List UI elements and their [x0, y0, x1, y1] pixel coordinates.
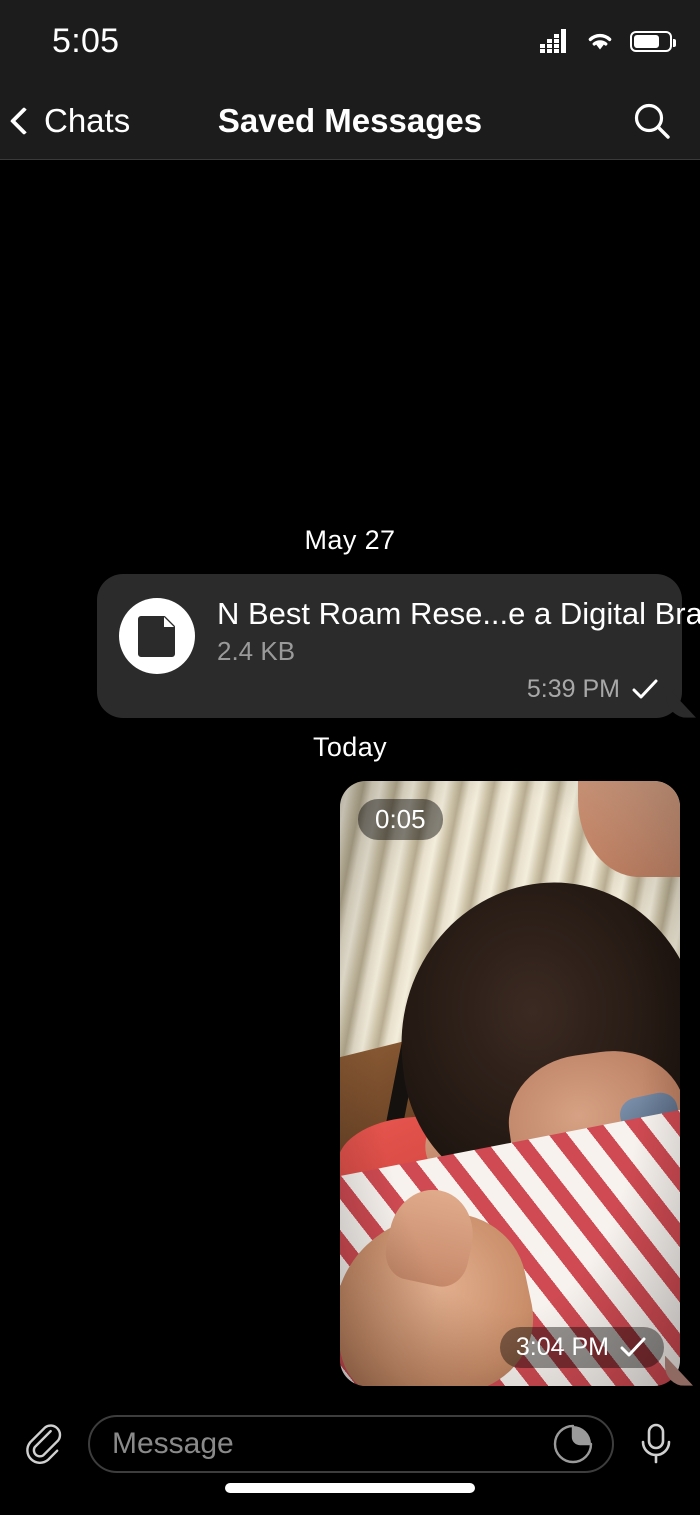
file-message-bubble[interactable]: N Best Roam Rese...e a Digital Brain.txt… [97, 574, 700, 718]
video-duration-badge: 0:05 [358, 798, 443, 840]
video-message-footer: 3:04 PM [499, 1326, 664, 1368]
status-bar-time: 5:05 [52, 21, 120, 60]
cellular-signal-icon [540, 29, 566, 53]
status-bar: 5:05 [0, 0, 700, 82]
video-thumbnail[interactable] [340, 780, 680, 1386]
date-separator-today: Today [312, 731, 388, 762]
navigation-header: Chats Saved Messages [0, 82, 700, 160]
message-row-video: 0:05 3:04 PM [0, 780, 700, 1386]
microphone-icon[interactable] [634, 1421, 678, 1465]
file-details: N Best Roam Rese...e a Digital Brain.txt… [217, 596, 700, 704]
video-message-bubble[interactable]: 0:05 3:04 PM [340, 780, 680, 1386]
message-input-bar: Message [0, 1387, 700, 1515]
message-row-file: N Best Roam Rese...e a Digital Brain.txt… [0, 574, 700, 718]
home-indicator [225, 1483, 475, 1493]
message-timestamp: 5:39 PM [526, 674, 620, 703]
chat-top-spacer [0, 161, 700, 511]
video-vignette [340, 780, 680, 1386]
message-list[interactable]: May 27 N Best Roam Rese...e a Digital Br… [0, 161, 700, 1387]
wifi-icon [588, 33, 612, 50]
search-icon[interactable] [630, 99, 674, 143]
document-icon [138, 615, 176, 657]
file-icon-circle [119, 598, 195, 674]
back-button[interactable]: Chats [0, 102, 130, 140]
message-input-placeholder: Message [112, 1427, 234, 1460]
message-input-field[interactable]: Message [88, 1415, 614, 1473]
back-button-label: Chats [44, 101, 131, 139]
sent-check-icon [632, 679, 658, 699]
sent-check-icon [620, 1337, 646, 1357]
status-bar-icons [540, 29, 676, 53]
sticker-icon[interactable] [552, 1423, 594, 1465]
chevron-left-icon [9, 106, 39, 135]
chat-screen: 5:05 Chats Saved Messages May 27 N Best … [0, 0, 700, 1515]
message-timestamp: 3:04 PM [515, 1332, 609, 1361]
battery-icon [630, 30, 676, 52]
date-separator-may27: May 27 [304, 525, 396, 555]
file-size: 2.4 KB [217, 635, 296, 666]
file-name: N Best Roam Rese...e a Digital Brain.txt [217, 596, 700, 631]
paperclip-icon[interactable] [22, 1421, 68, 1467]
file-message-footer: 5:39 PM [217, 675, 660, 704]
